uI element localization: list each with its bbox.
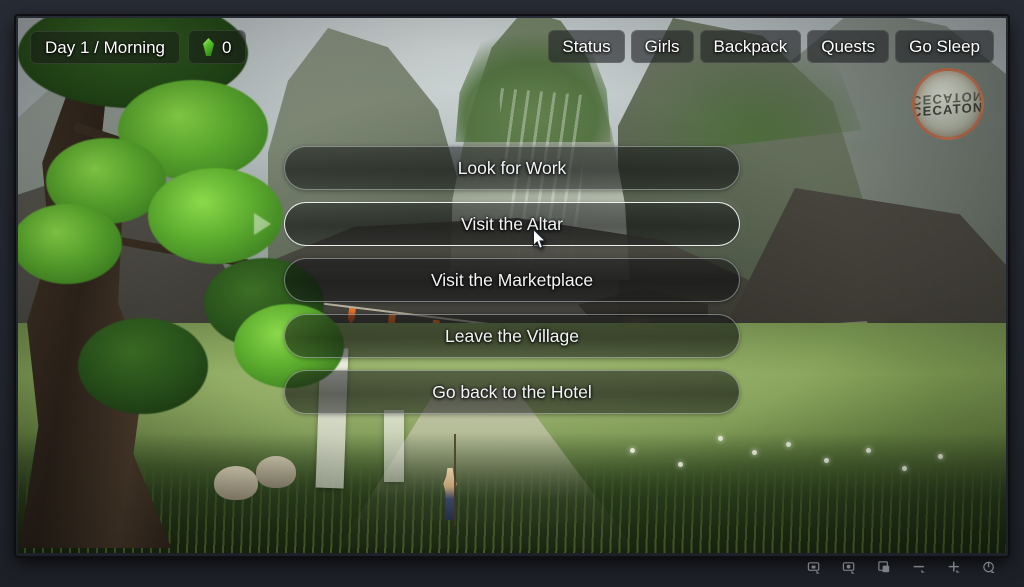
- currency-amount: 0: [222, 37, 232, 57]
- choice-row: Visit the Altar: [254, 202, 740, 246]
- game-logo-text: CECATON CECATON: [912, 88, 984, 120]
- scene-tree-foliage: [78, 318, 208, 414]
- selection-pointer-icon: [254, 213, 271, 235]
- scene-flower: [786, 442, 791, 447]
- scene-flower: [938, 454, 943, 459]
- day-time-label: Day 1 / Morning: [45, 37, 165, 57]
- screen-record-icon[interactable]: [841, 559, 858, 576]
- scene-flower: [718, 436, 723, 441]
- scene-character-staff: [454, 434, 456, 526]
- volume-up-icon[interactable]: [946, 559, 963, 576]
- menu-button-quests[interactable]: Quests: [807, 30, 890, 63]
- scene-flower: [630, 448, 635, 453]
- menu-button-status[interactable]: Status: [548, 30, 625, 63]
- choice-look-for-work[interactable]: Look for Work: [284, 146, 740, 190]
- scene-stone: [256, 456, 296, 488]
- choice-leave-the-village[interactable]: Leave the Village: [284, 314, 740, 358]
- screenshot-icon[interactable]: [806, 559, 823, 576]
- scene-flower: [752, 450, 757, 455]
- hud-menu-bar: Status Girls Backpack Quests Go Sleep: [548, 30, 994, 63]
- scene-flower: [866, 448, 871, 453]
- choice-row: Visit the Marketplace: [284, 258, 740, 302]
- choice-visit-the-marketplace[interactable]: Visit the Marketplace: [284, 258, 740, 302]
- app-root: Day 1 / Morning 0 Status Girls Backpack …: [0, 0, 1024, 587]
- game-viewport: Day 1 / Morning 0 Status Girls Backpack …: [18, 18, 1006, 553]
- gem-icon: [203, 38, 214, 56]
- currency-chip[interactable]: 0: [188, 30, 247, 64]
- emulator-taskbar: [18, 555, 1006, 579]
- game-logo-text-mirror: CECATON: [912, 88, 984, 109]
- scene-flower: [678, 462, 683, 467]
- choice-row: Leave the Village: [284, 314, 740, 358]
- hud-status-bar: Day 1 / Morning 0: [30, 30, 247, 64]
- power-icon[interactable]: [981, 559, 998, 576]
- scene-flower: [824, 458, 829, 463]
- choice-menu: Look for Work Visit the Altar Visit the …: [254, 146, 740, 414]
- day-time-chip: Day 1 / Morning: [30, 30, 180, 64]
- choice-row: Go back to the Hotel: [284, 370, 740, 414]
- choice-row: Look for Work: [284, 146, 740, 190]
- game-logo-stamp: CECATON CECATON: [912, 68, 984, 140]
- scene-banner-2: [384, 410, 404, 482]
- menu-button-go-sleep[interactable]: Go Sleep: [895, 30, 994, 63]
- volume-down-icon[interactable]: [911, 559, 928, 576]
- menu-button-girls[interactable]: Girls: [630, 30, 694, 63]
- menu-button-backpack[interactable]: Backpack: [699, 30, 802, 63]
- scene-stone: [214, 466, 258, 500]
- choice-go-back-to-the-hotel[interactable]: Go back to the Hotel: [284, 370, 740, 414]
- choice-visit-the-altar[interactable]: Visit the Altar: [284, 202, 740, 246]
- multi-window-icon[interactable]: [876, 559, 893, 576]
- scene-flower: [902, 466, 907, 471]
